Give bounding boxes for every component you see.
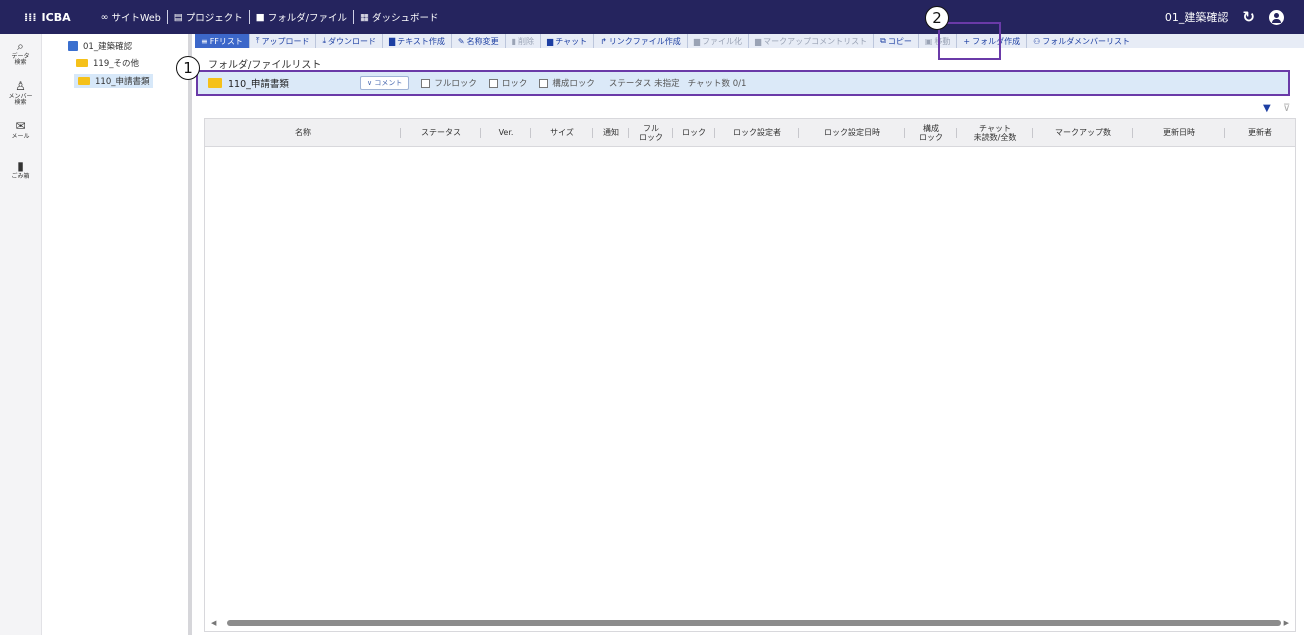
scroll-left-icon[interactable]: ◀ — [211, 619, 216, 627]
folder-tree: 01_建築確認 119_その他 110_申請書類 — [42, 34, 188, 635]
download-icon: ⤓ — [322, 36, 326, 45]
file-icon: ▆ — [693, 36, 700, 46]
link-icon: ∞ — [100, 11, 109, 23]
folder-icon — [76, 59, 88, 67]
structure-lock-checkbox[interactable]: 構成ロック — [539, 77, 595, 89]
folder-member-list-button[interactable]: ⚇ フォルダメンバーリスト — [1027, 34, 1136, 48]
refresh-icon[interactable]: ↻ — [1242, 8, 1255, 26]
col-size[interactable]: サイズ — [531, 119, 593, 147]
checkbox-box — [539, 78, 549, 88]
tree-item-119[interactable]: 119_その他 — [76, 56, 139, 70]
horizontal-scrollbar[interactable]: ◀ ▶ — [209, 619, 1291, 627]
folder-icon: ■ — [255, 11, 265, 23]
full-lock-checkbox[interactable]: フルロック — [421, 77, 477, 89]
dashboard-icon: ▦ — [359, 11, 369, 23]
lock-checkbox[interactable]: ロック — [488, 77, 527, 89]
project-icon — [68, 41, 78, 51]
rail-member-search[interactable]: ♙ メンバー 検索 — [0, 80, 41, 114]
trash-icon: ▮ — [511, 36, 517, 46]
col-lock[interactable]: ロック — [673, 119, 715, 147]
action-toolbar: ≡ FFリスト ⤒ アップロード ⤓ ダウンロード ▇ テキスト作成 ✎ 名称変更 ▮ 削除… — [195, 34, 1304, 48]
comment-icon: ▆ — [754, 36, 762, 46]
rail-data-search[interactable]: ⌕ データ 検索 — [0, 40, 41, 74]
nav-folder-file[interactable]: ■ フォルダ/ファイル — [250, 10, 353, 25]
create-text-button[interactable]: ▇ テキスト作成 — [383, 34, 452, 48]
app-logo-icon: ⁞⁞⁞ — [24, 10, 37, 24]
ff-list-button[interactable]: ≡ FFリスト — [195, 34, 250, 48]
top-bar: ⁞⁞⁞ ICBA ∞ サイトWeb ▤ プロジェクト ■ フォルダ/ファイル ▦… — [0, 0, 1304, 34]
checkbox-box — [421, 78, 431, 88]
checkbox-box — [488, 78, 498, 88]
convert-to-file-button[interactable]: ▆ ファイル化 — [688, 34, 749, 48]
upload-button[interactable]: ⤒ アップロード — [250, 34, 317, 48]
topbar-right: 01_建築確認 ↻ — [1165, 8, 1284, 26]
pencil-icon: ✎ — [457, 36, 465, 46]
rail-trash[interactable]: ▮ ごみ箱 — [0, 160, 41, 194]
col-name[interactable]: 名称 — [205, 119, 401, 147]
folder-icon — [78, 77, 90, 85]
col-notify[interactable]: 通知 — [593, 119, 629, 147]
tree-item-110[interactable]: 110_申請書類 — [74, 74, 154, 88]
member-search-icon: ♙ — [15, 79, 26, 93]
file-table: 名称 ステータス Ver. サイズ 通知 フル ロック ロック ロック設定者 ロッ… — [204, 118, 1296, 632]
data-search-icon: ⌕ — [17, 39, 24, 53]
scroll-right-icon[interactable]: ▶ — [1284, 619, 1289, 627]
col-lock-datetime[interactable]: ロック設定日時 — [799, 119, 905, 147]
upload-icon: ⤒ — [255, 36, 260, 45]
rail-mail[interactable]: ✉ メール — [0, 120, 41, 154]
nav-site-web[interactable]: ∞ サイトWeb — [95, 10, 167, 25]
text-file-icon: ▇ — [389, 36, 396, 46]
annotation-marker-2: 2 — [925, 6, 949, 30]
app-logo[interactable]: ⁞⁞⁞ ICBA — [24, 11, 71, 24]
current-project-name[interactable]: 01_建築確認 — [1165, 9, 1229, 25]
left-rail: ⌕ データ 検索 ♙ メンバー 検索 ✉ メール ▮ ごみ箱 — [0, 34, 42, 635]
section-title: フォルダ/ファイルリスト — [208, 60, 322, 71]
copy-button[interactable]: ⧉ コピー — [874, 34, 919, 48]
filter-icon[interactable]: ▼ — [1263, 103, 1271, 114]
col-updated-at[interactable]: 更新日時 — [1133, 119, 1225, 147]
item-chat-count: チャット数 0/1 — [687, 79, 747, 89]
annotation-marker-1: 1 — [176, 56, 200, 80]
list-icon: ≡ — [201, 36, 208, 46]
col-full-lock[interactable]: フル ロック — [629, 119, 673, 147]
user-account-icon[interactable] — [1269, 9, 1284, 25]
pane-splitter[interactable] — [188, 34, 192, 635]
members-icon: ⚇ — [1033, 36, 1041, 46]
chat-button[interactable]: ▆ チャット — [541, 34, 595, 48]
col-status[interactable]: ステータス — [401, 119, 481, 147]
col-structure-lock[interactable]: 構成 ロック — [905, 119, 957, 147]
create-link-file-button[interactable]: ↱ リンクファイル作成 — [594, 34, 688, 48]
move-icon: ▣ — [924, 36, 933, 46]
col-markup-count[interactable]: マークアップ数 — [1033, 119, 1133, 147]
table-header: 名称 ステータス Ver. サイズ 通知 フル ロック ロック ロック設定者 ロッ… — [205, 119, 1295, 147]
project-icon: ▤ — [173, 11, 183, 23]
clear-filter-icon[interactable]: ⊽ — [1283, 103, 1290, 114]
item-status: ステータス 未指定 — [608, 79, 680, 89]
comment-toggle-button[interactable]: ∨ コメント — [360, 76, 410, 90]
app-name: ICBA — [41, 10, 71, 24]
rename-button[interactable]: ✎ 名称変更 — [452, 34, 506, 48]
nav-dashboard[interactable]: ▦ ダッシュボード — [354, 10, 445, 25]
markup-comment-list-button[interactable]: ▆ マークアップコメントリスト — [749, 34, 875, 48]
download-button[interactable]: ⤓ ダウンロード — [316, 34, 383, 48]
delete-button[interactable]: ▮ 削除 — [506, 34, 542, 48]
selected-item-name: 110_申請書類 — [208, 76, 358, 90]
chat-icon: ▆ — [547, 36, 554, 46]
copy-button-highlight — [938, 22, 1001, 60]
nav-project[interactable]: ▤ プロジェクト — [168, 10, 249, 25]
tree-item-root[interactable]: 01_建築確認 — [68, 39, 132, 53]
col-updated-by[interactable]: 更新者 — [1225, 119, 1295, 147]
col-version[interactable]: Ver. — [481, 119, 531, 147]
link-arrow-icon: ↱ — [600, 36, 607, 46]
trash-icon: ▮ — [17, 159, 24, 173]
mail-icon: ✉ — [15, 119, 26, 133]
col-chat[interactable]: チャット 未読数/全数 — [957, 119, 1033, 147]
copy-icon: ⧉ — [880, 36, 886, 45]
folder-icon — [208, 78, 222, 88]
selected-item-row[interactable]: 110_申請書類 ∨ コメント フルロック ロック 構成ロック ステータス 未指… — [196, 70, 1290, 96]
main-nav: ∞ サイトWeb ▤ プロジェクト ■ フォルダ/ファイル ▦ ダッシュボード — [95, 10, 445, 24]
scrollbar-thumb[interactable] — [227, 620, 1281, 626]
col-lock-setter[interactable]: ロック設定者 — [715, 119, 799, 147]
